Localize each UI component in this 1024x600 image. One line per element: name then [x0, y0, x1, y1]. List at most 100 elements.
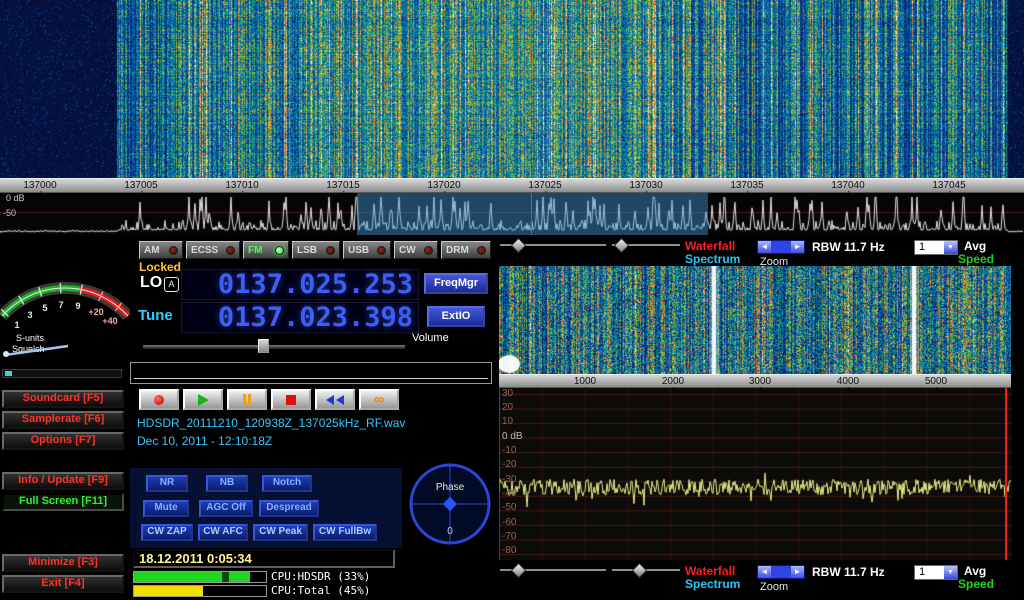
if-scale-line: [134, 378, 488, 379]
lo-lock-badge[interactable]: A: [164, 277, 179, 292]
af-tick-label: 4000: [837, 376, 859, 387]
mode-lsb-button[interactable]: LSB: [292, 241, 340, 259]
mode-ecss-button[interactable]: ECSS: [186, 241, 240, 259]
mode-fm-button[interactable]: FM: [243, 241, 289, 259]
af-db-label: 10: [502, 416, 513, 427]
brightness-slider-thumb-2[interactable]: [511, 563, 527, 579]
tune-frequency-display[interactable]: 0137.023.398: [181, 302, 419, 333]
contrast-slider-thumb[interactable]: [614, 238, 630, 254]
dropdown-arrow-icon[interactable]: ▼: [944, 241, 957, 254]
mode-usb-label: USB: [348, 245, 369, 256]
exit-button[interactable]: Exit [F4]: [2, 575, 124, 593]
stop-button[interactable]: [271, 389, 311, 410]
loop-button[interactable]: ∞: [359, 389, 399, 410]
mute-button[interactable]: Mute: [143, 500, 189, 517]
avg-dropdown[interactable]: 1 ▼: [914, 240, 958, 255]
cw-peak-button[interactable]: CW Peak: [253, 524, 308, 541]
minimize-button[interactable]: Minimize [F3]: [2, 554, 124, 572]
tune-label: Tune: [138, 307, 173, 324]
main-waterfall-display[interactable]: [0, 0, 1024, 178]
rbw-readout: RBW 11.7 Hz: [812, 240, 885, 254]
record-button[interactable]: [139, 389, 179, 410]
despread-button[interactable]: Despread: [259, 500, 319, 517]
if-tuning-bar[interactable]: [130, 362, 492, 384]
pause-icon: [243, 394, 246, 405]
cw-afc-button[interactable]: CW AFC: [198, 524, 248, 541]
squelch-slider-thumb[interactable]: [5, 371, 12, 376]
af-db-label: -20: [502, 459, 516, 470]
mode-am-label: AM: [144, 245, 160, 256]
info-update-button[interactable]: Info / Update [F9]: [2, 472, 124, 490]
nb-button[interactable]: NB: [206, 475, 248, 492]
phase-scope-graphic: [406, 456, 494, 552]
soundcard-button[interactable]: Soundcard [F5]: [2, 390, 124, 408]
spectrum-tab[interactable]: Spectrum: [685, 252, 740, 266]
volume-slider-track[interactable]: [142, 344, 406, 350]
zoom-region-highlight[interactable]: [357, 193, 708, 235]
mode-usb-button[interactable]: USB: [343, 241, 391, 259]
play-button[interactable]: [183, 389, 223, 410]
samplerate-button[interactable]: Samplerate [F6]: [2, 411, 124, 429]
freq-tick-label: 137040: [831, 180, 864, 191]
rewind-button[interactable]: [315, 389, 355, 410]
main-frequency-ruler[interactable]: 137000 137005 137010 137015 137020 13702…: [0, 178, 1024, 193]
freqmgr-button[interactable]: FreqMgr: [424, 273, 488, 294]
s-meter-tick-label: 3: [27, 310, 32, 320]
fullscreen-button[interactable]: Full Screen [F11]: [2, 493, 124, 511]
zoom-left-arrow-icon[interactable]: ◄: [758, 566, 771, 578]
cpu-hdsdr-bar-fill: [134, 572, 250, 582]
af-db-label: -80: [502, 545, 516, 556]
zoom-left-arrow-icon[interactable]: ◄: [758, 241, 771, 253]
phase-scope-label: Phase: [406, 482, 494, 493]
mode-am-button[interactable]: AM: [139, 241, 183, 259]
lo-frequency-display[interactable]: 0137.025.253: [181, 269, 419, 300]
brightness-slider-thumb[interactable]: [511, 238, 527, 254]
cw-fullbw-button[interactable]: CW FullBw: [313, 524, 377, 541]
dropdown-arrow-icon[interactable]: ▼: [944, 566, 957, 579]
af-spectrum-display[interactable]: 30 20 10 0 dB -10 -20 -30 -40 -50 -60 -7…: [499, 388, 1012, 560]
af-waterfall-display[interactable]: [499, 266, 1011, 374]
recording-timestamp: Dec 10, 2011 - 12:10:18Z: [137, 434, 272, 448]
mode-cw-button[interactable]: CW: [394, 241, 438, 259]
zoom-scrollbar[interactable]: ◄ ►: [757, 240, 805, 254]
squelch-slider-track[interactable]: [2, 369, 122, 378]
lsb-led-icon: [326, 246, 335, 255]
notch-button[interactable]: Notch: [262, 475, 312, 492]
af-tick-label: 5000: [925, 376, 947, 387]
mode-fm-label: FM: [248, 245, 262, 256]
s-meter-tick-label: 9: [75, 301, 80, 311]
avg-dropdown-2[interactable]: 1 ▼: [914, 565, 958, 580]
rewind-icon: [326, 395, 334, 405]
af-db-label: -60: [502, 517, 516, 528]
contrast-slider-thumb-2[interactable]: [632, 563, 648, 579]
zoom-right-arrow-icon[interactable]: ►: [791, 566, 804, 578]
nr-button[interactable]: NR: [146, 475, 188, 492]
s-meter-tick-label: 7: [58, 300, 63, 310]
cw-zap-button[interactable]: CW ZAP: [141, 524, 193, 541]
freq-tick-label: 137020: [427, 180, 460, 191]
db-scale-label: 0 dB: [6, 193, 25, 203]
af-db-label: 30: [502, 388, 513, 399]
rbw-readout-2: RBW 11.7 Hz: [812, 565, 885, 579]
zoom-right-arrow-icon[interactable]: ►: [791, 241, 804, 253]
hdsdr-window: 137000 137005 137010 137015 137020 13702…: [0, 0, 1024, 600]
af-frequency-ruler[interactable]: 1000 2000 3000 4000 5000: [499, 374, 1011, 388]
main-spectrum-display[interactable]: 0 dB -50: [0, 193, 1024, 235]
volume-slider-thumb[interactable]: [258, 339, 269, 353]
mode-drm-button[interactable]: DRM: [441, 241, 491, 259]
af-tick-label: 2000: [662, 376, 684, 387]
agc-button[interactable]: AGC Off: [199, 500, 253, 517]
zoom-scrollbar-2[interactable]: ◄ ►: [757, 565, 805, 579]
af-band-edge-left: [499, 388, 500, 560]
af-db-label: -50: [502, 502, 516, 513]
pause-button[interactable]: [227, 389, 267, 410]
waterfall-tab[interactable]: Waterfall: [685, 239, 735, 253]
speed-label-2: Speed: [958, 577, 994, 591]
options-button[interactable]: Options [F7]: [2, 432, 124, 450]
af-band-edge-right: [1005, 388, 1007, 560]
extio-button[interactable]: ExtIO: [427, 306, 485, 327]
db-scale-label: -50: [3, 208, 16, 218]
waterfall-tab-2[interactable]: Waterfall: [685, 564, 735, 578]
spectrum-tab-2[interactable]: Spectrum: [685, 577, 740, 591]
cpu-hdsdr-bar: [133, 571, 267, 583]
